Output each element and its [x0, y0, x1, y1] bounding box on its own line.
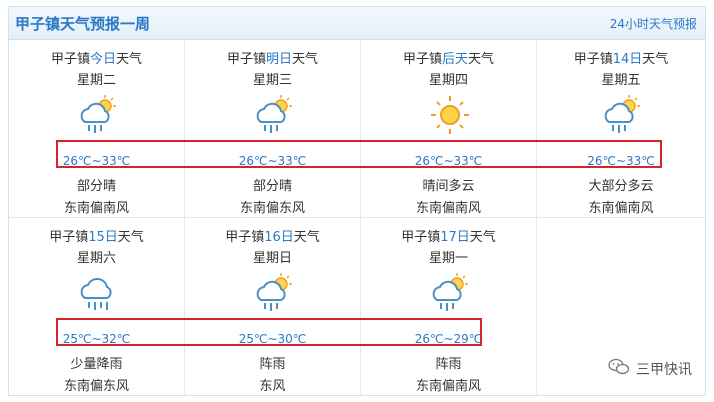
day-card: 甲子镇明日天气 星期三 26℃~33℃ 部分晴 东南偏东风 — [185, 40, 361, 218]
weather-description: 阵雨 — [259, 357, 286, 372]
day-card: 甲子镇15日天气 星期六 25℃~32℃ 少量降雨 东南偏东风 — [9, 218, 185, 396]
watermark-text: 三甲快讯 — [636, 362, 692, 378]
watermark: 三甲快讯 — [608, 358, 692, 380]
day-card: 甲子镇14日天气 星期五 26℃~33℃ 大部分多云 东南偏南风 — [537, 40, 705, 218]
day-card: 甲子镇16日天气 星期日 25℃~30℃ 阵雨 东风 — [185, 218, 361, 396]
temperature-highlight-box — [56, 140, 662, 168]
day-name: 甲子镇14日天气 — [573, 52, 669, 67]
day-card: 甲子镇17日天气 星期一 26℃~29℃ 阵雨 东南偏南风 — [361, 218, 537, 396]
weather-description: 晴间多云 — [422, 179, 475, 194]
wind-direction: 东风 — [259, 379, 286, 394]
wind-direction: 东南偏东风 — [239, 201, 305, 216]
wechat-icon — [608, 358, 630, 380]
sun-icon — [429, 94, 471, 136]
weekday: 星期日 — [252, 251, 292, 266]
day-name: 甲子镇明日天气 — [226, 52, 319, 67]
weekday: 星期五 — [601, 73, 641, 88]
widget-header: 甲子镇天气预报一周 24小时天气预报 — [9, 7, 705, 40]
weekday: 星期四 — [428, 73, 468, 88]
partly-cloudy-rain-icon — [429, 272, 471, 314]
day-name: 甲子镇17日天气 — [401, 230, 496, 245]
weather-description: 少量降雨 — [70, 357, 123, 372]
day-name: 甲子镇今日天气 — [50, 52, 143, 67]
day-name: 甲子镇后天天气 — [402, 52, 495, 67]
day-card: 甲子镇后天天气 星期四 26℃~33℃ 晴间多云 东南偏南风 — [361, 40, 537, 218]
temperature-highlight-box — [56, 318, 482, 346]
day-name: 甲子镇15日天气 — [49, 230, 144, 245]
weekday: 星期三 — [252, 73, 292, 88]
wind-direction: 东南偏南风 — [415, 201, 481, 216]
rain-cloud-icon — [77, 272, 119, 314]
partly-cloudy-rain-icon — [77, 94, 119, 136]
weather-description: 大部分多云 — [588, 179, 654, 194]
wind-direction: 东南偏南风 — [63, 201, 129, 216]
weather-description: 阵雨 — [435, 357, 462, 372]
wind-direction: 东南偏东风 — [63, 379, 129, 394]
weekday: 星期二 — [76, 73, 116, 88]
weather-description: 部分晴 — [76, 179, 116, 194]
24h-forecast-link[interactable]: 24小时天气预报 — [610, 15, 697, 32]
partly-cloudy-rain-icon — [601, 94, 643, 136]
partly-cloudy-rain-icon — [253, 272, 295, 314]
wind-direction: 东南偏南风 — [415, 379, 481, 394]
partly-cloudy-rain-icon — [253, 94, 295, 136]
weekday: 星期六 — [76, 251, 116, 266]
day-name: 甲子镇16日天气 — [225, 230, 320, 245]
wind-direction: 东南偏南风 — [588, 201, 654, 216]
widget-title: 甲子镇天气预报一周 — [15, 15, 151, 33]
day-card: 甲子镇今日天气 星期二 26℃~33℃ 部分晴 东南偏南风 — [9, 40, 185, 218]
weekday: 星期一 — [428, 251, 468, 266]
weather-description: 部分晴 — [252, 179, 292, 194]
